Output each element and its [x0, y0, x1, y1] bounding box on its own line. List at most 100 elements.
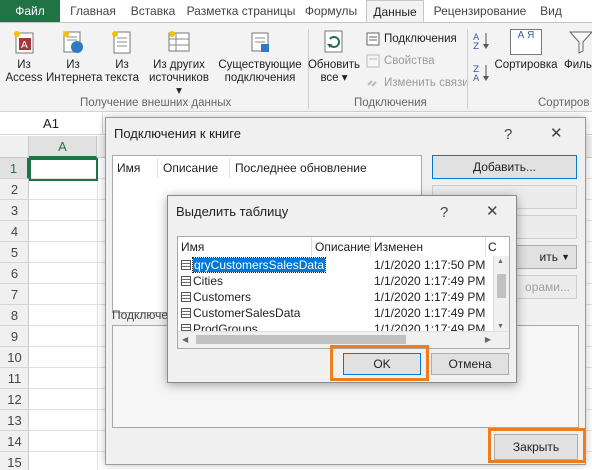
row-header[interactable]: 3 — [0, 200, 29, 221]
sort-dialog-icon: А Я — [510, 29, 542, 55]
column-separator — [485, 237, 486, 257]
column-header-description[interactable]: Описание — [315, 240, 370, 254]
dialog-title: Выделить таблицу — [176, 204, 289, 219]
sort-asc-button[interactable]: AZ — [472, 31, 492, 52]
sort-button[interactable]: А Я Сортировка — [494, 29, 558, 72]
column-header-description[interactable]: Описание — [163, 161, 218, 175]
group-label-sort: Сортиров — [538, 97, 590, 109]
svg-text:A: A — [473, 74, 480, 83]
add-button[interactable]: Добавить... — [432, 155, 577, 179]
scroll-thumb[interactable] — [497, 274, 506, 298]
tab-page-layout[interactable]: Разметка страницы — [184, 0, 298, 22]
column-header-name[interactable]: Имя — [181, 240, 204, 254]
row-header[interactable]: 13 — [0, 410, 29, 431]
section-label: Подключен — [112, 308, 175, 322]
tab-file[interactable]: Файл — [0, 0, 60, 22]
row-header[interactable]: 9 — [0, 326, 29, 347]
table-name: Customers — [181, 289, 251, 305]
row-header[interactable]: 7 — [0, 284, 29, 305]
vertical-scrollbar[interactable]: ▲ ▼ — [493, 256, 509, 332]
close-icon[interactable]: ✕ — [550, 126, 563, 142]
svg-text:Z: Z — [473, 42, 479, 51]
edit-links-icon — [367, 80, 377, 87]
filter-icon — [568, 31, 592, 54]
scroll-right-icon[interactable]: ▶ — [485, 335, 491, 344]
manage-sets-label-fragment: орами... — [525, 280, 570, 294]
table-name: Cities — [181, 273, 223, 289]
tab-home[interactable]: Главная — [64, 0, 122, 22]
row-header[interactable]: 6 — [0, 263, 29, 284]
row-header[interactable]: 8 — [0, 305, 29, 326]
connections-icon — [366, 32, 380, 46]
modified-date: 1/1/2020 1:17:49 PM — [374, 274, 486, 288]
column-separator — [157, 158, 158, 178]
tables-list[interactable]: Имя Описание Изменен С qryCustomersSales… — [177, 236, 510, 349]
refresh-icon — [324, 30, 343, 53]
group-label-get-external-data: Получение внешних данных — [80, 97, 232, 109]
table-icon — [181, 260, 191, 270]
table-icon — [181, 276, 191, 286]
dropdown-arrow-icon: ▼ — [561, 252, 570, 262]
column-header-name[interactable]: Имя — [117, 161, 140, 175]
modified-date: 1/1/2020 1:17:49 PM — [374, 290, 486, 304]
tab-insert[interactable]: Вставка — [124, 0, 182, 22]
scroll-thumb[interactable] — [196, 335, 406, 344]
selected-cell-a1[interactable] — [29, 158, 98, 181]
sort-desc-button[interactable]: ZA — [472, 63, 492, 84]
group-separator — [467, 29, 468, 109]
properties-button[interactable]: Свойства — [366, 53, 435, 69]
scroll-up-icon[interactable]: ▲ — [497, 258, 504, 265]
tab-formulas[interactable]: Формулы — [300, 0, 362, 22]
existing-connections-button[interactable]: Существующие подключения — [214, 29, 306, 85]
row-header[interactable]: 11 — [0, 368, 29, 389]
web-icon — [63, 31, 83, 53]
ribbon: A Из Access Из Интернета Из текста Из други… — [0, 22, 592, 112]
edit-links-button[interactable]: Изменить связи — [366, 75, 469, 91]
tab-data[interactable]: Данные — [366, 0, 424, 22]
row-header[interactable]: 2 — [0, 179, 29, 200]
tab-view[interactable]: Вид — [536, 0, 566, 22]
name-box[interactable]: A1 — [0, 113, 103, 135]
table-row[interactable]: Cities 1/1/2020 1:17:49 PM — [178, 273, 494, 289]
text-icon — [112, 31, 131, 54]
filter-button[interactable]: Филь — [564, 29, 592, 72]
row-header[interactable]: 1 — [0, 158, 29, 179]
column-header-created[interactable]: С — [488, 240, 497, 254]
help-button[interactable]: ? — [440, 205, 448, 221]
row-header[interactable]: 15 — [0, 452, 29, 470]
select-all-corner[interactable] — [0, 136, 29, 158]
svg-text:A: A — [21, 40, 28, 51]
row-header[interactable]: 4 — [0, 221, 29, 242]
column-header-modified[interactable]: Изменен — [374, 240, 423, 254]
from-other-sources-button[interactable]: Из других источников ▾ — [146, 29, 212, 98]
connections-button[interactable]: Подключения — [366, 31, 457, 47]
row-header[interactable]: 14 — [0, 431, 29, 452]
close-icon[interactable]: ✕ — [486, 204, 499, 220]
row-header[interactable]: 5 — [0, 242, 29, 263]
sort-asc-icon: AZ — [473, 33, 489, 52]
column-separator — [370, 237, 371, 257]
column-header-a[interactable]: A — [29, 136, 97, 158]
row-header[interactable]: 12 — [0, 389, 29, 410]
from-text-button[interactable]: Из текста — [100, 29, 144, 85]
row-header[interactable]: 10 — [0, 347, 29, 368]
table-row[interactable]: qryCustomersSalesData 1/1/2020 1:17:50 P… — [178, 257, 494, 273]
cancel-button[interactable]: Отмена — [431, 353, 509, 375]
from-access-button[interactable]: A Из Access — [2, 29, 46, 85]
row-headers: 1 2 3 4 5 6 7 8 9 10 11 12 13 14 15 — [0, 158, 29, 470]
tab-review[interactable]: Рецензирование — [426, 0, 534, 22]
column-header-last-refresh[interactable]: Последнее обновление — [235, 161, 367, 175]
scroll-left-icon[interactable]: ◀ — [182, 335, 188, 344]
table-row[interactable]: Customers 1/1/2020 1:17:49 PM — [178, 289, 494, 305]
modified-date: 1/1/2020 1:17:50 PM — [374, 258, 486, 272]
refresh-all-button[interactable]: Обновить все ▾ — [306, 29, 362, 85]
scroll-down-icon[interactable]: ▼ — [497, 323, 504, 330]
table-icon — [181, 292, 191, 302]
help-button[interactable]: ? — [504, 127, 512, 143]
table-icon — [181, 308, 191, 318]
access-icon: A — [14, 31, 34, 54]
existing-connections-icon — [251, 32, 269, 52]
other-sources-icon — [168, 31, 190, 52]
table-row[interactable]: CustomerSalesData 1/1/2020 1:17:49 PM — [178, 305, 494, 321]
from-web-button[interactable]: Из Интернета — [46, 29, 102, 85]
